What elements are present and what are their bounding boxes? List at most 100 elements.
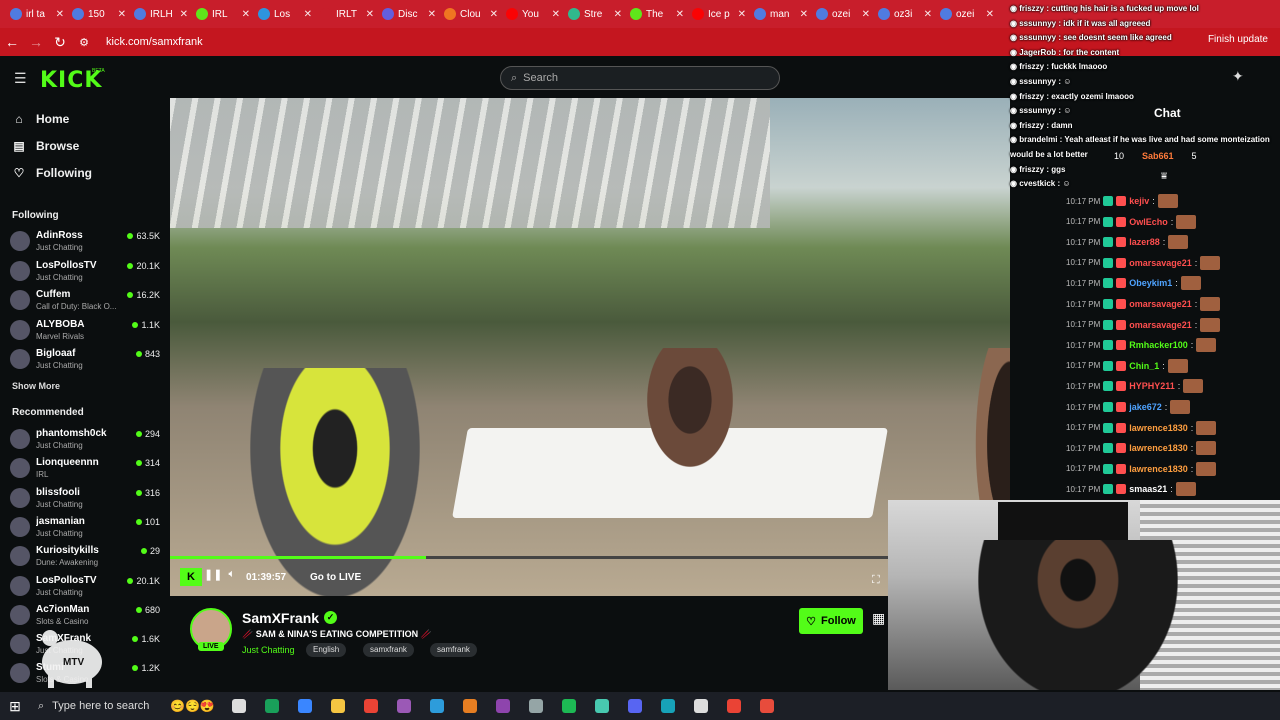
chat-username[interactable]: omarsavage21 xyxy=(1129,320,1192,330)
browser-tab[interactable]: Los ✕ xyxy=(254,3,316,25)
url-field[interactable]: kick.com/samxfrank xyxy=(106,36,203,48)
sidebar-nav-following[interactable]: ♡ Following xyxy=(12,166,92,180)
hamburger-menu-icon[interactable]: ☰ xyxy=(14,70,28,87)
channel-name[interactable]: SamXFrank xyxy=(242,610,319,626)
tab-close-icon[interactable]: ✕ xyxy=(738,9,746,20)
sidebar-nav-home[interactable]: ⌂ Home xyxy=(12,112,69,126)
go-to-live-button[interactable]: Go to LIVE xyxy=(310,572,361,583)
chat-username[interactable]: OwlEcho xyxy=(1129,217,1168,227)
stream-tag[interactable]: samfrank xyxy=(430,643,477,657)
app-white-icon[interactable] xyxy=(684,692,717,720)
app-red-icon[interactable] xyxy=(750,692,783,720)
browser-tab[interactable]: IRL ✕ xyxy=(192,3,254,25)
tab-close-icon[interactable]: ✕ xyxy=(56,9,64,20)
browser-tab[interactable]: IRLT ✕ xyxy=(316,3,378,25)
app-purple-icon[interactable] xyxy=(486,692,519,720)
stream-tag[interactable]: samxfrank xyxy=(363,643,414,657)
show-more-button[interactable]: Show More xyxy=(12,381,60,391)
pause-icon[interactable]: ❚❚ xyxy=(204,568,222,581)
chat-username[interactable]: jake672 xyxy=(1129,402,1162,412)
sidebar-channel-item[interactable]: phantomsh0ck Just Chatting 294 xyxy=(10,426,160,454)
copilot-icon[interactable] xyxy=(288,692,321,720)
app-cyan-icon[interactable] xyxy=(585,692,618,720)
tab-close-icon[interactable]: ✕ xyxy=(924,9,932,20)
chat-username[interactable]: lazer88 xyxy=(1129,237,1160,247)
sidebar-channel-item[interactable]: LosPollosTV Just Chatting 20.1K xyxy=(10,573,160,601)
back-icon[interactable]: ← xyxy=(0,30,24,54)
sidebar-channel-item[interactable]: LosPollosTV Just Chatting 20.1K xyxy=(10,258,160,286)
search-input[interactable]: ⌕ Search xyxy=(500,66,780,90)
browser-tab[interactable]: ozei ✕ xyxy=(812,3,874,25)
sidebar-channel-item[interactable]: Lionqueennn IRL 314 xyxy=(10,455,160,483)
windows-start-icon[interactable]: ⊞ xyxy=(0,692,30,720)
sidebar-channel-item[interactable]: AdinRoss Just Chatting 63.5K xyxy=(10,228,160,256)
tab-close-icon[interactable]: ✕ xyxy=(490,9,498,20)
tab-close-icon[interactable]: ✕ xyxy=(800,9,808,20)
browser-tab[interactable]: Stre ✕ xyxy=(564,3,626,25)
tab-close-icon[interactable]: ✕ xyxy=(118,9,126,20)
file-explorer-icon[interactable] xyxy=(321,692,354,720)
chat-username[interactable]: omarsavage21 xyxy=(1129,299,1192,309)
task-view-icon[interactable] xyxy=(222,692,255,720)
sidebar-nav-browse[interactable]: ▤ Browse xyxy=(12,139,79,153)
follow-button[interactable]: ♡ Follow xyxy=(799,608,863,634)
tab-close-icon[interactable]: ✕ xyxy=(676,9,684,20)
browser-tab[interactable]: The ✕ xyxy=(626,3,688,25)
tab-close-icon[interactable]: ✕ xyxy=(986,9,994,20)
sidebar-channel-item[interactable]: Cuffem Call of Duty: Black O... 16.2K xyxy=(10,287,160,315)
site-info-icon[interactable]: ⚙ xyxy=(72,30,96,54)
chat-username[interactable]: lawrence1830 xyxy=(1129,464,1188,474)
fullscreen-icon[interactable]: ⛶ xyxy=(872,574,880,587)
tab-close-icon[interactable]: ✕ xyxy=(614,9,622,20)
chat-username[interactable]: kejiv xyxy=(1129,196,1149,206)
tab-close-icon[interactable]: ✕ xyxy=(862,9,870,20)
chat-username[interactable]: lawrence1830 xyxy=(1129,443,1188,453)
tab-close-icon[interactable]: ✕ xyxy=(366,9,374,20)
gift-icon[interactable]: ▦ xyxy=(872,610,885,627)
taskbar-emoji-widget[interactable]: 😊😌😍 xyxy=(170,699,222,713)
sidebar-channel-item[interactable]: blissfooli Just Chatting 316 xyxy=(10,485,160,513)
discord-icon[interactable] xyxy=(618,692,651,720)
chrome-active-icon[interactable] xyxy=(717,692,750,720)
chrome-icon[interactable] xyxy=(354,692,387,720)
browser-tab[interactable]: You ✕ xyxy=(502,3,564,25)
forward-icon[interactable]: → xyxy=(24,30,48,54)
chat-username[interactable]: lawrence1830 xyxy=(1129,423,1188,433)
chat-username[interactable]: Rmhacker100 xyxy=(1129,340,1188,350)
tab-close-icon[interactable]: ✕ xyxy=(242,9,250,20)
browser-tab[interactable]: man ✕ xyxy=(750,3,812,25)
tab-close-icon[interactable]: ✕ xyxy=(428,9,436,20)
chat-username[interactable]: Chin_1 xyxy=(1129,361,1159,371)
spotify-icon[interactable] xyxy=(552,692,585,720)
browser-tab[interactable]: Disc ✕ xyxy=(378,3,440,25)
volume-icon[interactable]: 🔈︎ xyxy=(228,568,235,581)
sidebar-channel-item[interactable]: jasmanian Just Chatting 101 xyxy=(10,514,160,542)
stream-tag[interactable]: English xyxy=(306,643,347,657)
premiere-icon[interactable] xyxy=(387,692,420,720)
photoshop-icon[interactable] xyxy=(420,692,453,720)
browser-tab[interactable]: IRLH ✕ xyxy=(130,3,192,25)
reload-icon[interactable]: ↻ xyxy=(48,30,72,54)
chat-username[interactable]: smaas21 xyxy=(1129,484,1167,494)
browser-tab[interactable]: Clou ✕ xyxy=(440,3,502,25)
app-gray-icon[interactable] xyxy=(519,692,552,720)
chat-username[interactable]: Obeykim1 xyxy=(1129,278,1172,288)
app-green-icon[interactable] xyxy=(255,692,288,720)
sidebar-channel-item[interactable]: ALYBOBA Marvel Rivals 1.1K xyxy=(10,317,160,345)
browser-tab[interactable]: irl ta ✕ xyxy=(6,3,68,25)
app-orange-icon[interactable] xyxy=(453,692,486,720)
browser-tab[interactable]: 150 ✕ xyxy=(68,3,130,25)
app-teal-icon[interactable] xyxy=(651,692,684,720)
stream-category-link[interactable]: Just Chatting xyxy=(242,645,295,655)
tab-close-icon[interactable]: ✕ xyxy=(180,9,188,20)
browser-tab[interactable]: ozei ✕ xyxy=(936,3,998,25)
sidebar-channel-item[interactable]: Kuriositykills Dune: Awakening 29 xyxy=(10,543,160,571)
tab-close-icon[interactable]: ✕ xyxy=(552,9,560,20)
video-player[interactable] xyxy=(170,98,1010,596)
sidebar-channel-item[interactable]: Bigloaaf Just Chatting 843 xyxy=(10,346,160,374)
chat-username[interactable]: HYPHY211 xyxy=(1129,381,1175,391)
chat-username[interactable]: omarsavage21 xyxy=(1129,258,1192,268)
tab-close-icon[interactable]: ✕ xyxy=(304,9,312,20)
browser-tab[interactable]: Ice p ✕ xyxy=(688,3,750,25)
browser-tab[interactable]: oz3i ✕ xyxy=(874,3,936,25)
